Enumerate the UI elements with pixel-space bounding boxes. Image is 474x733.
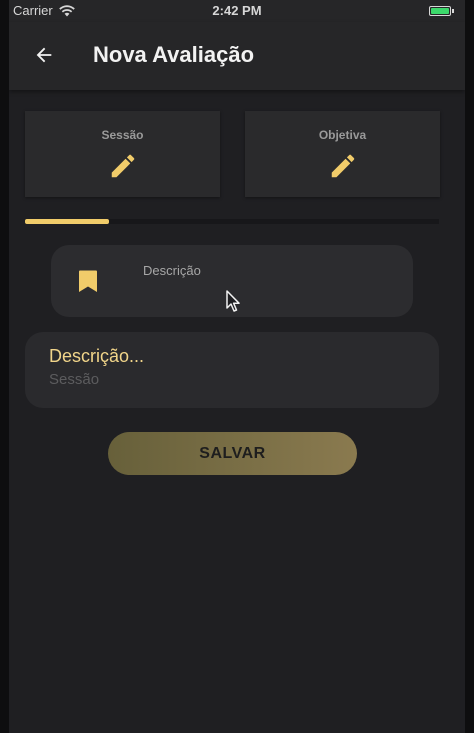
arrow-left-icon [36, 47, 52, 63]
page-title: Nova Avaliação [93, 42, 255, 67]
app-bar: Nova Avaliação [9, 22, 465, 90]
pencil-icon [111, 154, 134, 178]
tab-sessao-label: Sessão [101, 128, 144, 142]
tab-indicator [25, 219, 109, 224]
back-button[interactable] [29, 40, 59, 70]
battery-icon [429, 6, 451, 16]
tab-objetiva-label: Objetiva [318, 128, 367, 142]
pencil-icon [331, 154, 354, 178]
tab-sessao[interactable]: Sessão [25, 111, 220, 197]
tab-objetiva[interactable]: Objetiva [245, 111, 440, 197]
battery-level [431, 8, 449, 14]
status-bar: Carrier 2:42 PM [9, 0, 465, 22]
bookmark-icon [79, 270, 97, 292]
descricao-select-label: Descrição [143, 263, 201, 278]
battery-tip [452, 9, 454, 13]
save-button[interactable]: SALVAR [108, 432, 357, 475]
phone-screen: Carrier 2:42 PM Nova Avaliação Sessão Ob… [9, 0, 465, 733]
item-title: Descrição... [49, 346, 145, 366]
descricao-list-item[interactable]: Descrição... Sessão [25, 332, 439, 408]
status-time: 2:42 PM [212, 3, 262, 18]
item-subtitle: Sessão [49, 371, 100, 388]
mouse-pointer-icon [226, 290, 240, 312]
